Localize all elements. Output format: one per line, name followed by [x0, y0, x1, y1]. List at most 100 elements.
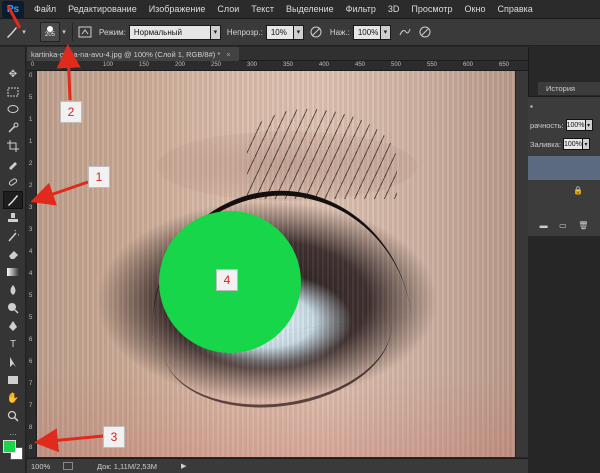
- layers-footer: ▬ ▭ 🗑: [528, 217, 600, 233]
- menu-window[interactable]: Окно: [459, 0, 492, 19]
- ruler-tick: 5: [29, 293, 33, 299]
- ruler-tick: 400: [319, 62, 330, 68]
- close-icon[interactable]: ×: [226, 50, 230, 59]
- brush-tool-icon[interactable]: [3, 191, 23, 209]
- spot-healing-tool-icon[interactable]: [3, 173, 23, 191]
- marquee-tool-icon[interactable]: [3, 83, 23, 101]
- selected-layer-row[interactable]: [528, 156, 600, 180]
- layer-fill-field[interactable]: 100%: [562, 138, 583, 150]
- zoom-level[interactable]: 100%: [27, 462, 61, 471]
- trash-icon[interactable]: 🗑: [578, 221, 588, 230]
- ruler-tick: 4: [29, 249, 33, 255]
- new-layer-icon[interactable]: ▭: [559, 221, 567, 230]
- dodge-tool-icon[interactable]: [3, 299, 23, 317]
- preview-icon[interactable]: [63, 462, 73, 470]
- document-title: kartinka-glaza-na-avu-4.jpg @ 100% (Слой…: [31, 49, 221, 59]
- ruler-tick: 7: [29, 381, 33, 387]
- chevron-down-icon[interactable]: ▾: [293, 24, 304, 40]
- chevron-down-icon[interactable]: ▾: [380, 24, 391, 40]
- chevron-down-icon[interactable]: ▾: [20, 24, 28, 40]
- ruler-tick: 3: [29, 227, 33, 233]
- menu-filter[interactable]: Фильтр: [340, 0, 382, 19]
- menu-bar: Ps Файл Редактирование Изображение Слои …: [0, 0, 600, 19]
- path-selection-tool-icon[interactable]: [3, 353, 23, 371]
- ruler-tick: 150: [139, 62, 150, 68]
- menu-layers[interactable]: Слои: [211, 0, 245, 19]
- menu-select[interactable]: Выделение: [280, 0, 340, 19]
- layers-toolbar: ▪: [528, 102, 600, 111]
- quick-select-tool-icon[interactable]: [3, 119, 23, 137]
- panel-menu-icon[interactable]: ▪: [530, 102, 533, 111]
- ruler-tick: 350: [283, 62, 294, 68]
- vertical-ruler: 0 5 1 1 2 2 3 3 4 4 5 5 6 6 7 7 8 8: [27, 71, 37, 457]
- chevron-down-icon[interactable]: ▾: [210, 24, 221, 40]
- ruler-tick: 1: [29, 117, 33, 123]
- ruler-tick: 5: [29, 315, 33, 321]
- menu-help[interactable]: Справка: [491, 0, 538, 19]
- ruler-tick: 5: [29, 95, 33, 101]
- pressure-size-icon[interactable]: [417, 24, 433, 40]
- brush-tool-preset-icon[interactable]: [4, 24, 20, 40]
- menu-file[interactable]: Файл: [28, 0, 62, 19]
- clone-stamp-tool-icon[interactable]: [3, 209, 23, 227]
- gradient-tool-icon[interactable]: [3, 263, 23, 281]
- pressure-opacity-icon[interactable]: [308, 24, 324, 40]
- menu-view[interactable]: Просмотр: [405, 0, 458, 19]
- chevron-down-icon[interactable]: ▾: [582, 138, 590, 150]
- opacity-label: Непрозр.:: [226, 27, 263, 37]
- mode-label: Режим:: [99, 27, 126, 37]
- hand-tool-icon[interactable]: ✋: [3, 389, 23, 407]
- tools-panel: ✥ T ✋ ···: [0, 47, 26, 473]
- document-size-info: Док: 1,11M/2,53M: [97, 461, 157, 471]
- annotation-badge-4: 4: [216, 269, 238, 291]
- flow-label: Наж.:: [329, 27, 350, 37]
- ruler-tick: 2: [29, 161, 33, 167]
- brush-size-value: 205: [44, 31, 55, 38]
- rectangle-tool-icon[interactable]: [3, 371, 23, 389]
- menu-image[interactable]: Изображение: [143, 0, 212, 19]
- blur-tool-icon[interactable]: [3, 281, 23, 299]
- zoom-tool-icon[interactable]: [3, 407, 23, 425]
- move-tool-icon[interactable]: ✥: [3, 65, 23, 83]
- mode-select[interactable]: Нормальный: [128, 24, 211, 40]
- brush-panel-toggle-icon[interactable]: [77, 24, 93, 40]
- menu-3d[interactable]: 3D: [382, 0, 406, 19]
- document-canvas[interactable]: 4: [37, 71, 515, 457]
- menu-type[interactable]: Текст: [245, 0, 280, 19]
- brush-size-picker[interactable]: 205: [40, 22, 60, 42]
- panel-empty-area: [528, 236, 600, 473]
- chevron-down-icon[interactable]: ▾: [585, 119, 593, 131]
- crop-tool-icon[interactable]: [3, 137, 23, 155]
- flow-field[interactable]: 100%: [352, 24, 381, 40]
- ruler-tick: 450: [355, 62, 366, 68]
- eyedropper-tool-icon[interactable]: [3, 155, 23, 173]
- history-panel-tab[interactable]: История: [538, 82, 600, 95]
- canvas-scrollbar[interactable]: [515, 71, 528, 457]
- ruler-tick: 200: [175, 62, 186, 68]
- menu-edit[interactable]: Редактирование: [62, 0, 143, 19]
- ruler-tick: 1: [29, 139, 33, 145]
- airbrush-icon[interactable]: [397, 24, 413, 40]
- history-brush-tool-icon[interactable]: [3, 227, 23, 245]
- photoshop-logo: Ps: [2, 0, 24, 18]
- lock-icon: 🔒: [573, 186, 583, 195]
- ruler-tick: 550: [427, 62, 438, 68]
- type-tool-icon[interactable]: T: [3, 335, 23, 353]
- layer-opacity-field[interactable]: 100%: [565, 119, 586, 131]
- ruler-tick: 250: [211, 62, 222, 68]
- lasso-tool-icon[interactable]: [3, 101, 23, 119]
- chevron-down-icon[interactable]: ▾: [60, 24, 68, 40]
- pen-tool-icon[interactable]: [3, 317, 23, 335]
- chevron-right-icon[interactable]: ▶: [181, 462, 186, 470]
- ruler-tick: 6: [29, 337, 33, 343]
- new-group-icon[interactable]: ▬: [540, 221, 548, 230]
- annotation-badge-1: 1: [88, 166, 110, 188]
- opacity-field[interactable]: 10%: [265, 24, 294, 40]
- foreground-color-swatch[interactable]: [3, 440, 16, 453]
- ruler-tick: 50: [67, 62, 74, 68]
- layer-opacity-row: рачность: 100% ▾: [528, 119, 600, 131]
- ruler-tick: 6: [29, 359, 33, 365]
- eraser-tool-icon[interactable]: [3, 245, 23, 263]
- document-tab-bar: kartinka-glaza-na-avu-4.jpg @ 100% (Слой…: [27, 47, 528, 61]
- document-tab[interactable]: kartinka-glaza-na-avu-4.jpg @ 100% (Слой…: [27, 47, 239, 61]
